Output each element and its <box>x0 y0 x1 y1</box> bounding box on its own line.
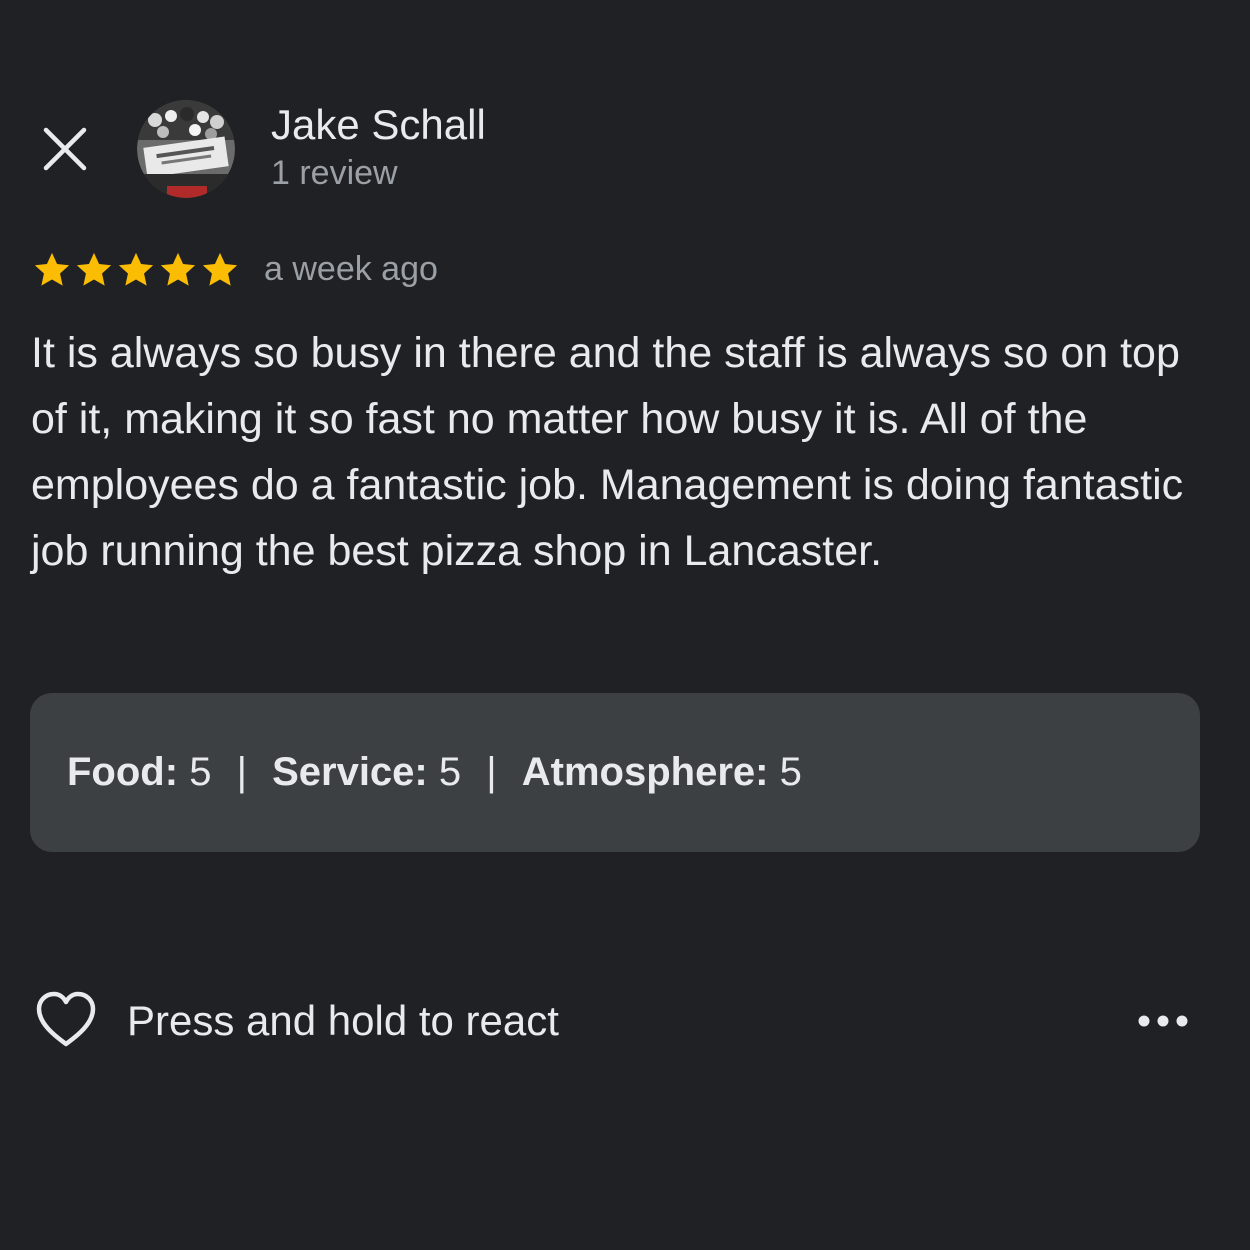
review-text: It is always so busy in there and the st… <box>31 329 1184 575</box>
more-icon <box>1138 1015 1188 1027</box>
star-icon <box>202 252 238 286</box>
react-label[interactable]: Press and hold to react <box>127 996 559 1046</box>
star-icon <box>34 252 70 286</box>
more-options-button[interactable] <box>1136 1008 1192 1034</box>
heart-icon[interactable] <box>35 990 97 1050</box>
reviewer-name[interactable]: Jake Schall <box>271 100 486 150</box>
star-rating <box>31 249 241 291</box>
service-rating-value: 5 <box>438 750 462 794</box>
service-rating-label: Service: <box>272 750 428 794</box>
divider: | <box>236 750 247 794</box>
star-icon <box>160 252 196 286</box>
review-time: a week ago <box>264 250 438 288</box>
close-icon <box>43 127 87 171</box>
review-count: 1 review <box>271 154 398 192</box>
food-rating-value: 5 <box>189 750 212 794</box>
star-icon <box>76 252 112 286</box>
sub-ratings-box: Food: 5 | Service: 5 | Atmosphere: 5 <box>30 693 1200 852</box>
atmosphere-rating-label: Atmosphere: <box>521 750 769 794</box>
food-rating-label: Food: <box>67 750 179 794</box>
avatar-photo <box>137 100 235 198</box>
atmosphere-rating-value: 5 <box>779 750 802 794</box>
avatar[interactable] <box>137 100 235 198</box>
sub-ratings-line: Food: 5 | Service: 5 | Atmosphere: 5 <box>67 748 802 796</box>
divider: | <box>486 750 497 794</box>
close-button[interactable] <box>40 124 90 174</box>
star-icon <box>118 252 154 286</box>
